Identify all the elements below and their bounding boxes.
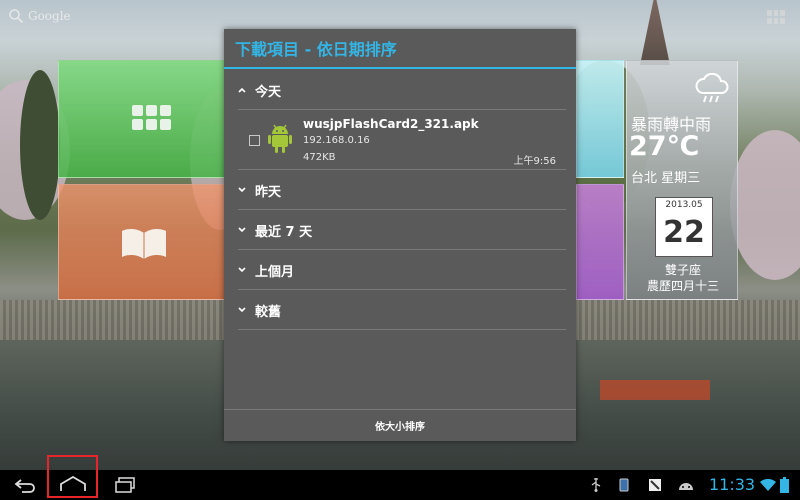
group-label: 昨天 (255, 184, 282, 200)
status-clock: 11:33 (709, 475, 756, 494)
android-notification-icon (677, 470, 695, 500)
app-drawer-icon[interactable] (767, 10, 785, 24)
item-checkbox[interactable] (249, 135, 260, 146)
item-host: 192.168.0.16 (303, 135, 370, 146)
calendar-card: 2013.05 22 (655, 197, 713, 257)
books-tile[interactable] (58, 184, 228, 300)
weather-widget[interactable]: 暴雨轉中雨 27℃ 台北 星期三 2013.05 22 雙子座 農歷四月十三 (626, 60, 738, 300)
chevron-down-icon (238, 186, 246, 194)
group-header-last-month[interactable]: 上個月 (238, 251, 566, 290)
apps-tile[interactable] (58, 60, 228, 178)
group-label: 今天 (255, 84, 282, 100)
system-bar: 11:33 (0, 455, 800, 500)
usb-icon (591, 470, 603, 500)
item-time: 上午9:56 (513, 156, 556, 167)
group-header-last-7-days[interactable]: 最近 7 天 (238, 211, 566, 250)
apps-grid-icon (132, 105, 171, 130)
item-filename: wusjpFlashCard2_321.apk (303, 117, 479, 131)
sort-by-size-button[interactable]: 依大小排序 (224, 409, 576, 441)
group-label: 最近 7 天 (255, 224, 313, 240)
google-search-label: Google (28, 9, 71, 23)
home-icon (59, 475, 86, 491)
downloads-dialog: 下載項目 - 依日期排序 今天 wusjpFlashCard2_321.apk … (224, 29, 576, 441)
sim-card-icon (619, 470, 631, 500)
pagoda (640, 0, 670, 65)
back-icon (14, 479, 35, 493)
search-icon (9, 9, 24, 24)
tree-pine (20, 70, 60, 220)
download-item[interactable]: wusjpFlashCard2_321.apk 192.168.0.16 472… (238, 111, 566, 170)
dialog-title: 下載項目 - 依日期排序 (224, 29, 576, 69)
chevron-down-icon (238, 226, 246, 234)
recent-apps-button[interactable] (110, 470, 140, 500)
tree-blossom (730, 130, 800, 280)
lunar-date-label: 農歷四月十三 (646, 279, 719, 293)
back-button[interactable] (10, 470, 40, 500)
group-label: 上個月 (255, 264, 295, 280)
rain-cloud-icon (695, 73, 729, 103)
item-size: 472KB (303, 152, 336, 163)
group-header-older[interactable]: 較舊 (238, 291, 566, 330)
recent-apps-icon (115, 477, 135, 493)
partial-tile-cyan[interactable] (576, 60, 624, 178)
weather-location-day: 台北 星期三 (631, 171, 701, 186)
battery-icon (780, 470, 792, 500)
wifi-icon (760, 470, 778, 500)
book-icon (122, 228, 166, 259)
weather-temperature: 27℃ (629, 131, 700, 162)
calendar-month: 2013.05 (665, 200, 703, 210)
calendar-day: 22 (663, 215, 705, 250)
group-label: 較舊 (255, 304, 282, 320)
zodiac-label: 雙子座 (664, 263, 701, 277)
notification-icon (648, 470, 662, 500)
group-header-yesterday[interactable]: 昨天 (238, 171, 566, 210)
group-header-today[interactable]: 今天 (238, 71, 566, 110)
partial-tile-purple[interactable] (576, 184, 624, 300)
red-reflection (600, 380, 710, 400)
chevron-down-icon (238, 266, 246, 274)
chevron-down-icon (238, 306, 246, 314)
google-search-bar[interactable]: Google (8, 6, 71, 26)
home-button[interactable] (47, 455, 98, 498)
chevron-up-icon (238, 86, 246, 94)
android-apk-icon (268, 124, 292, 153)
